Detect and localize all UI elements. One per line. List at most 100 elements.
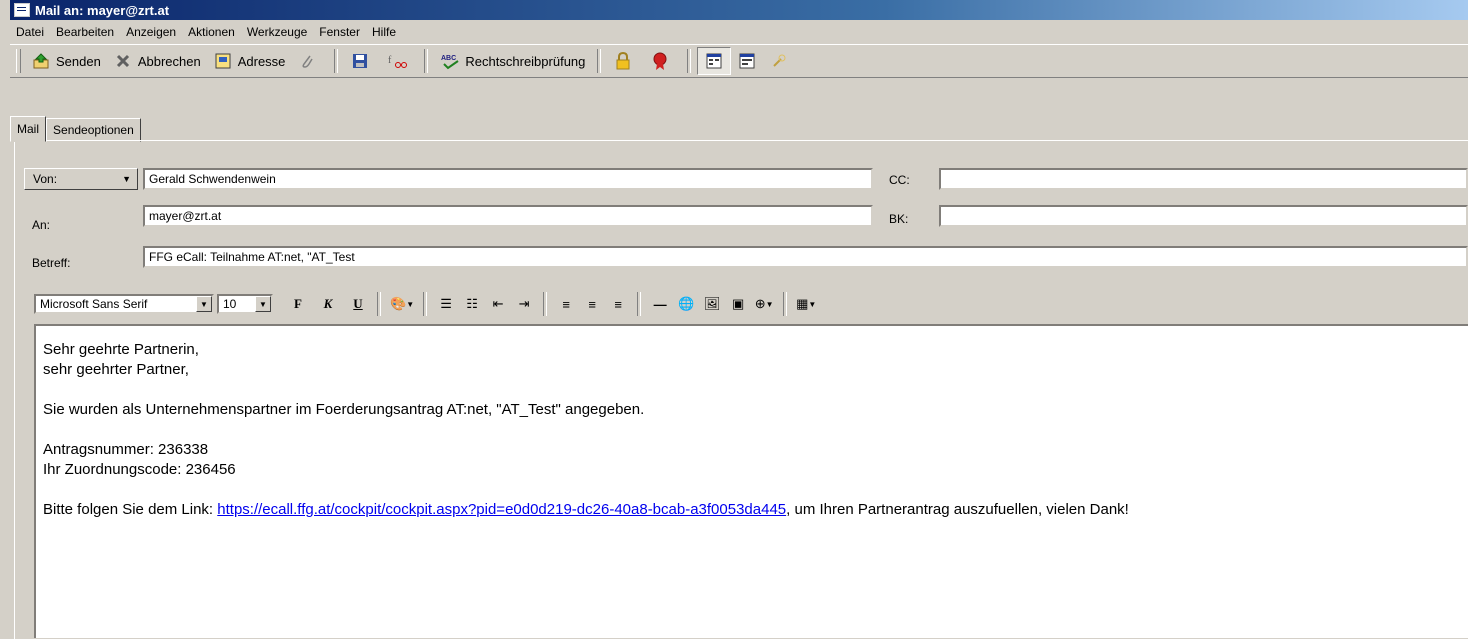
menu-bearbeiten[interactable]: Bearbeiten: [54, 25, 116, 39]
insert-special-button[interactable]: ⊕ ▼: [751, 292, 777, 316]
attach-button[interactable]: [291, 48, 328, 74]
outdent-icon: ⇤: [492, 296, 504, 311]
menu-datei[interactable]: Datei: [14, 25, 46, 39]
toolbar-separator: [783, 292, 788, 316]
lock-icon: [613, 51, 633, 70]
dropdown-arrow-icon: ▼: [406, 299, 415, 309]
seal-icon: [650, 52, 670, 70]
toolbar-separator: [543, 292, 548, 316]
table-icon: ▦: [796, 296, 809, 311]
outdent-button[interactable]: ⇤: [485, 292, 511, 316]
application-number: Antragsnummer: 236338: [43, 441, 209, 458]
toolbar-separator: [637, 292, 642, 316]
title-bar: Mail an: mayer@zrt.at: [10, 0, 1468, 20]
numbered-list-icon: ☰: [440, 296, 452, 311]
dropdown-arrow-icon: ▼: [196, 296, 212, 312]
recipients-icon: f: [387, 52, 408, 70]
bcc-field[interactable]: [939, 205, 1468, 227]
partner-application-link[interactable]: https://ecall.ffg.at/cockpit/cockpit.asp…: [217, 501, 786, 518]
tab-strip: Mail Sendeoptionen: [10, 116, 141, 142]
from-field[interactable]: Gerald Schwendenwein: [143, 168, 873, 190]
html-view-button[interactable]: [731, 48, 763, 74]
cancel-x-icon: [113, 52, 133, 70]
view-layout-icon: [737, 52, 757, 70]
insert-table-button[interactable]: ▦ ▼: [793, 292, 819, 316]
svg-text:f: f: [388, 55, 392, 66]
encrypt-button[interactable]: [607, 48, 644, 74]
save-button[interactable]: [344, 48, 381, 74]
message-body-editor[interactable]: Sehr geehrte Partnerin, sehr geehrter Pa…: [34, 324, 1468, 638]
dropdown-arrow-icon: ▼: [808, 299, 817, 309]
align-left-icon: ≡: [562, 296, 570, 312]
horizontal-rule-button[interactable]: —: [647, 292, 673, 316]
numbered-list-button[interactable]: ☰: [433, 292, 459, 316]
underline-button[interactable]: U: [345, 292, 371, 316]
bold-button[interactable]: F: [285, 292, 311, 316]
insert-link-button[interactable]: 🌐: [673, 292, 699, 316]
to-field[interactable]: mayer@zrt.at: [143, 205, 873, 227]
menu-aktionen[interactable]: Aktionen: [186, 25, 237, 39]
toolbar-separator: [377, 292, 381, 316]
object-icon: ▣: [731, 296, 745, 311]
plain-view-button[interactable]: [697, 47, 732, 75]
align-right-icon: ≡: [614, 296, 622, 312]
wand-icon: [769, 52, 789, 70]
from-dropdown[interactable]: Von: ▼: [24, 168, 138, 190]
floppy-disk-icon: [350, 52, 370, 70]
globe-link-icon: 🌐: [678, 296, 695, 311]
toolbar-separator: [423, 292, 428, 316]
align-right-button[interactable]: ≡: [605, 292, 631, 316]
tab-mail[interactable]: Mail: [10, 116, 47, 142]
font-family-select[interactable]: Microsoft Sans Serif ▼: [34, 294, 214, 314]
svg-text:ABC: ABC: [441, 55, 456, 62]
menu-bar: Datei Bearbeiten Anzeigen Aktionen Werkz…: [10, 22, 398, 42]
to-label: An:: [32, 218, 51, 232]
indent-button[interactable]: ⇥: [511, 292, 537, 316]
special-insert-icon: ⊕: [754, 296, 766, 311]
spellcheck-button[interactable]: ABC Rechtschreibprüfung: [434, 48, 591, 74]
menu-anzeigen[interactable]: Anzeigen: [124, 25, 178, 39]
menu-fenster[interactable]: Fenster: [317, 25, 362, 39]
main-toolbar: Senden Abbrechen Adresse f ABC Rechtschr…: [10, 44, 1468, 78]
horizontal-rule-icon: —: [653, 296, 667, 312]
toolbar-separator: [334, 49, 339, 73]
toolbar-separator: [597, 49, 602, 73]
send-icon: [31, 52, 51, 70]
bullet-list-icon: ☷: [466, 296, 478, 311]
italic-button[interactable]: K: [315, 292, 341, 316]
color-palette-button[interactable]: 🎨 ▼: [387, 292, 417, 316]
align-center-icon: ≡: [588, 296, 596, 312]
view-format-icon: [704, 52, 724, 70]
align-left-button[interactable]: ≡: [553, 292, 579, 316]
recipients-button[interactable]: f: [381, 48, 418, 74]
options-button[interactable]: [763, 48, 795, 74]
paperclip-icon: [297, 52, 317, 70]
toolbar-separator: [424, 49, 429, 73]
dropdown-arrow-icon: ▼: [255, 296, 271, 312]
bullet-list-button[interactable]: ☷: [459, 292, 485, 316]
spellcheck-icon: ABC: [440, 52, 460, 70]
greeting-line: sehr geehrter Partner,: [43, 361, 189, 378]
cc-label: CC:: [889, 173, 910, 187]
toolbar-grip[interactable]: [16, 49, 21, 73]
body-paragraph: Sie wurden als Unternehmenspartner im Fo…: [43, 401, 645, 418]
menu-werkzeuge[interactable]: Werkzeuge: [245, 25, 309, 39]
align-center-button[interactable]: ≡: [579, 292, 605, 316]
cancel-button[interactable]: Abbrechen: [107, 48, 207, 74]
sign-button[interactable]: [644, 48, 681, 74]
format-toolbar: Microsoft Sans Serif ▼ 10 ▼ F K U 🎨 ▼ ☰ ☷…: [34, 290, 1468, 318]
subject-field[interactable]: FFG eCall: Teilnahme AT:net, "AT_Test: [143, 246, 1468, 268]
address-book-icon: [213, 52, 233, 70]
insert-object-button[interactable]: ▣: [725, 292, 751, 316]
bcc-label: BK:: [889, 212, 909, 226]
address-button[interactable]: Adresse: [207, 48, 292, 74]
menu-hilfe[interactable]: Hilfe: [370, 25, 398, 39]
window-title: Mail an: mayer@zrt.at: [35, 2, 170, 18]
dropdown-arrow-icon: ▼: [122, 174, 131, 184]
font-size-select[interactable]: 10 ▼: [217, 294, 273, 314]
insert-image-button[interactable]: 🖼: [699, 292, 725, 316]
cc-field[interactable]: [939, 168, 1468, 190]
send-button[interactable]: Senden: [25, 48, 107, 74]
greeting-line: Sehr geehrte Partnerin,: [43, 341, 199, 358]
tab-sendeoptionen[interactable]: Sendeoptionen: [46, 118, 141, 142]
